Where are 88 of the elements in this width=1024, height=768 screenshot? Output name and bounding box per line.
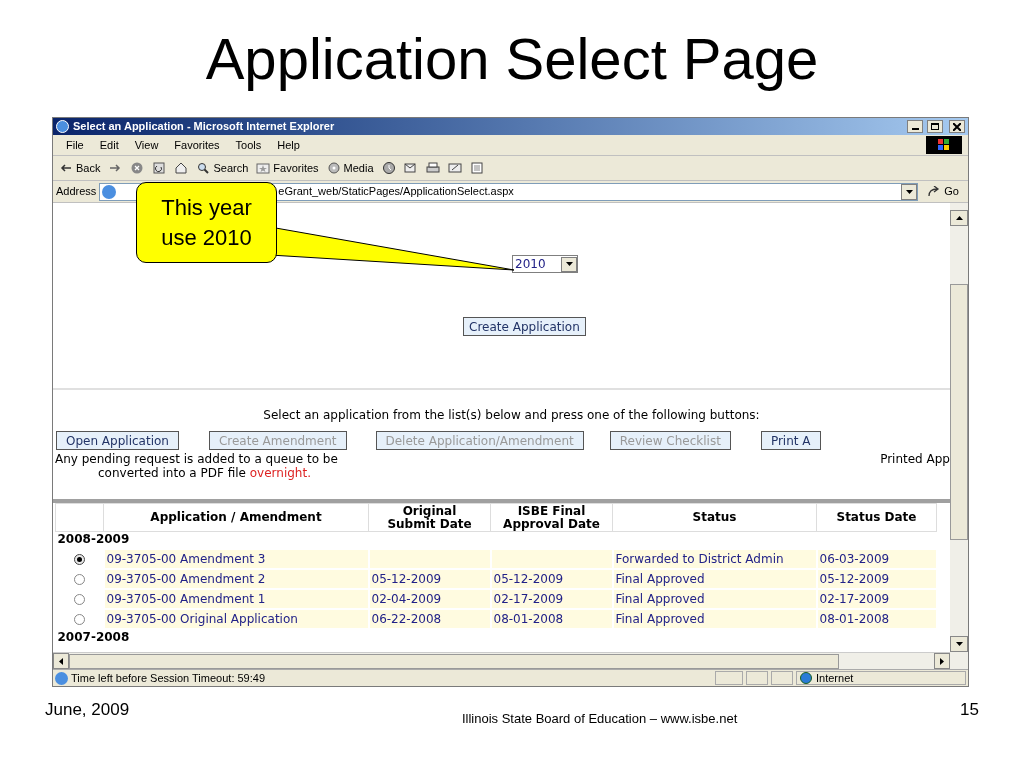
scroll-left-icon (59, 657, 63, 665)
envelope-icon (403, 162, 418, 174)
column-header: Original Submit Date (368, 503, 491, 532)
scroll-down-icon (955, 642, 963, 646)
callout-tooltip: This year use 2010 (136, 182, 277, 263)
home-icon (174, 162, 189, 174)
column-header: Status Date (816, 503, 937, 532)
print-button[interactable] (425, 162, 440, 174)
menu-item[interactable]: Tools (228, 136, 269, 154)
clock-icon (381, 162, 396, 174)
menu-item[interactable]: Favorites (167, 136, 227, 154)
globe-icon (800, 672, 812, 684)
column-header: ISBE Final Approval Date (490, 503, 613, 532)
menu-item[interactable]: File (59, 136, 91, 154)
printer-icon (425, 162, 440, 174)
page-icon (469, 162, 484, 174)
ie-icon (55, 671, 68, 685)
go-button[interactable]: Go (921, 183, 965, 200)
stop-icon (130, 162, 145, 174)
group-header: 2008-2009 (55, 531, 946, 549)
caret-icon (565, 262, 573, 266)
horizontal-scrollbar[interactable] (53, 652, 950, 669)
minimize-button[interactable] (907, 120, 923, 133)
application-link[interactable]: 09-3705-00 Amendment 2 (103, 568, 369, 589)
ie-icon (102, 184, 117, 199)
footer-date: June, 2009 (45, 699, 130, 721)
forward-button[interactable] (108, 162, 123, 174)
edit-button[interactable] (447, 162, 462, 174)
action-button[interactable]: Print A (760, 431, 821, 450)
discuss-button[interactable] (469, 162, 484, 174)
windows-logo-icon (926, 136, 962, 154)
footer-text: Illinois State Board of Education – www.isbe.net (461, 710, 738, 728)
column-header: Application / Amendment (103, 503, 369, 532)
table-cell: Forwarded to District Admin (612, 548, 817, 569)
maximize-button[interactable] (927, 120, 943, 133)
action-button: Review Checklist (609, 431, 731, 450)
address-label: Address (56, 184, 97, 200)
ie-icon (56, 120, 69, 133)
window-title: Select an Application - Microsoft Internet Explorer (73, 119, 335, 135)
radio-button[interactable] (73, 573, 85, 585)
search-button[interactable]: Search (196, 159, 249, 177)
action-button: Delete Application/Amendment (375, 431, 584, 450)
caret-icon (905, 189, 913, 194)
refresh-button[interactable] (152, 162, 167, 174)
radio-button[interactable] (73, 593, 85, 605)
application-link[interactable]: 09-3705-00 Amendment 1 (103, 588, 369, 609)
year-select[interactable]: 2010 (512, 255, 578, 273)
search-icon (196, 162, 211, 174)
menu-item[interactable]: Help (270, 136, 307, 154)
radio-button[interactable] (73, 613, 85, 625)
scroll-up-icon (955, 216, 963, 220)
back-button[interactable]: Back (59, 159, 101, 177)
refresh-icon (152, 162, 167, 174)
document-icon (447, 162, 462, 174)
pending-note: Any pending request is added to a queue to be converted into a PDF file overnight. (54, 452, 338, 480)
back-arrow-icon (59, 162, 73, 174)
close-icon (953, 122, 961, 131)
scroll-right-icon (940, 657, 944, 665)
application-link[interactable]: 09-3705-00 Original Application (103, 608, 369, 629)
create-application-button[interactable]: Create Application (463, 317, 586, 336)
media-button[interactable]: Media (326, 159, 374, 177)
print-note: Printed App (880, 452, 950, 466)
forward-arrow-icon (108, 162, 123, 174)
status-text: Time left before Session Timeout: 59:49 (71, 670, 267, 686)
stop-button[interactable] (130, 162, 145, 174)
action-button[interactable]: Open Application (56, 431, 179, 450)
home-button[interactable] (174, 162, 189, 174)
address-text: eGrant_web/StaticPages/ApplicationSelect.aspx (278, 184, 514, 200)
column-header: Status (612, 503, 817, 532)
table-cell: 06-03-2009 (816, 548, 937, 569)
disc-icon (326, 162, 341, 174)
group-header: 2007-2008 (55, 628, 946, 646)
action-button: Create Amendment (208, 431, 347, 450)
radio-button[interactable] (73, 553, 85, 565)
instructions-text: Select an application from the list(s) below and press one of the following buttons: (262, 407, 761, 424)
dropdown-button[interactable] (901, 183, 918, 200)
mail-button[interactable] (403, 162, 418, 174)
menu-item[interactable]: View (127, 136, 166, 154)
history-button[interactable] (381, 162, 396, 174)
page-number: 15 (960, 699, 979, 721)
dropdown-button[interactable] (561, 256, 577, 272)
vertical-scrollbar[interactable] (950, 203, 968, 669)
zone-text: Internet (816, 670, 854, 686)
menu-item[interactable]: Edit (92, 136, 126, 154)
close-button[interactable] (949, 120, 965, 133)
favorites-button[interactable]: Favorites (256, 159, 319, 177)
star-icon (256, 162, 271, 174)
application-link[interactable]: 09-3705-00 Amendment 3 (103, 548, 369, 569)
